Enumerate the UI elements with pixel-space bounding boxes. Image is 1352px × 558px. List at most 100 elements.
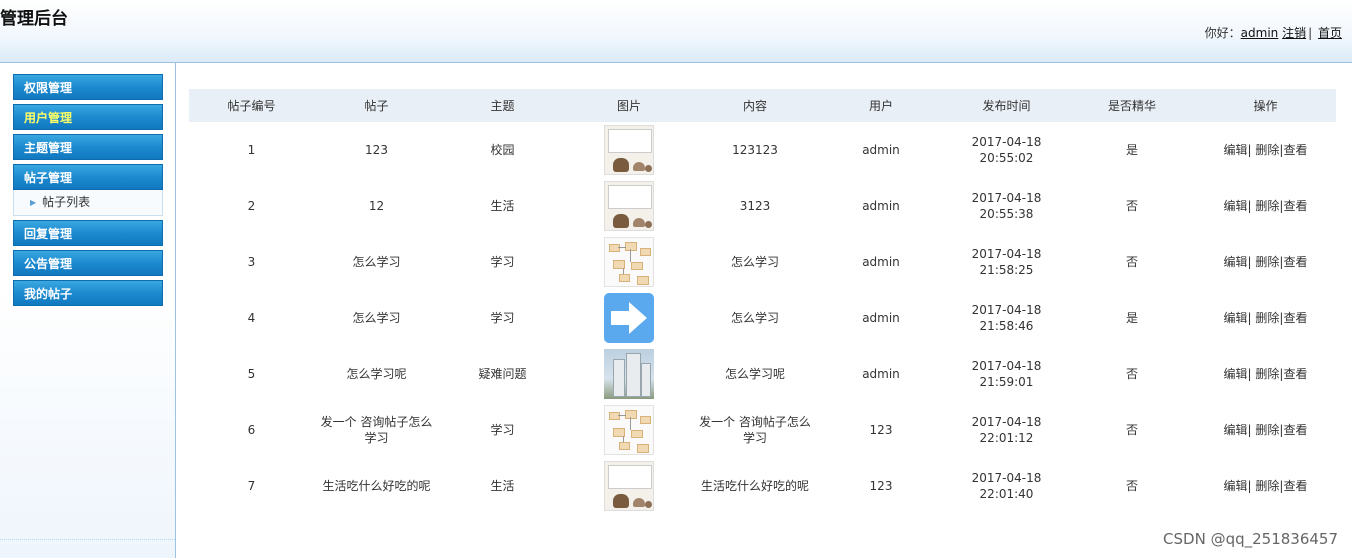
col-header-featured: 是否精华 <box>1069 89 1195 122</box>
cell-content: 怎么学习 <box>730 255 779 269</box>
cell-user: 123 <box>869 423 893 437</box>
view-link[interactable]: 查看 <box>1283 311 1307 325</box>
ops-separator: | <box>1247 423 1252 437</box>
posts-table: 帖子编号 帖子 主题 图片 内容 用户 发布时间 是否精华 操作 1 123 校园 1… <box>189 89 1336 514</box>
delete-link[interactable]: 删除 <box>1255 199 1279 213</box>
cell-topic: 学习 <box>490 311 515 325</box>
cell-actions: 编辑| 删除|查看 <box>1195 234 1336 290</box>
cell-user: admin <box>862 199 900 213</box>
cell-image <box>566 402 692 458</box>
cell-featured: 否 <box>1125 199 1138 213</box>
cell-post: 怎么学习 <box>352 311 401 325</box>
view-link[interactable]: 查看 <box>1283 199 1307 213</box>
cell-time: 2017-04-18 22:01:40 <box>944 458 1069 514</box>
date-text: 2017-04-18 <box>971 359 1042 373</box>
cell-post: 12 <box>368 199 385 213</box>
date-text: 2017-04-18 <box>971 247 1042 261</box>
cell-actions: 编辑| 删除|查看 <box>1195 402 1336 458</box>
submenu-post-list[interactable]: ▶ 帖子列表 <box>13 190 163 216</box>
cell-actions: 编辑| 删除|查看 <box>1195 122 1336 178</box>
view-link[interactable]: 查看 <box>1283 479 1307 493</box>
cell-topic: 生活 <box>490 479 515 493</box>
edit-link[interactable]: 编辑 <box>1224 255 1248 269</box>
col-header-user: 用户 <box>818 89 944 122</box>
triangle-right-icon: ▶ <box>30 198 37 207</box>
date-text: 2017-04-18 <box>971 471 1042 485</box>
sidebar-divider <box>0 539 175 540</box>
cell-actions: 编辑| 删除|查看 <box>1195 290 1336 346</box>
main-content: 帖子编号 帖子 主题 图片 内容 用户 发布时间 是否精华 操作 1 123 校园 1… <box>189 89 1336 514</box>
menu-permission[interactable]: 权限管理 <box>13 74 163 100</box>
edit-link[interactable]: 编辑 <box>1224 367 1248 381</box>
cell-featured: 否 <box>1125 367 1138 381</box>
time-text: 21:58:25 <box>979 263 1034 277</box>
edit-link[interactable]: 编辑 <box>1224 423 1248 437</box>
col-header-image: 图片 <box>566 89 692 122</box>
logout-link[interactable]: 注销 <box>1282 26 1306 40</box>
cell-featured: 否 <box>1125 479 1138 493</box>
username-link[interactable]: admin <box>1241 26 1279 40</box>
arrow-icon <box>604 293 654 343</box>
ops-separator: | <box>1247 367 1252 381</box>
cell-content: 发一个 咨询帖子怎么学习 <box>699 415 811 445</box>
col-header-content: 内容 <box>692 89 818 122</box>
view-link[interactable]: 查看 <box>1283 367 1307 381</box>
cell-actions: 编辑| 删除|查看 <box>1195 346 1336 402</box>
submenu-label: 帖子列表 <box>42 195 91 209</box>
time-text: 22:01:12 <box>979 431 1034 445</box>
delete-link[interactable]: 删除 <box>1255 367 1279 381</box>
cell-featured: 是 <box>1125 143 1138 157</box>
view-link[interactable]: 查看 <box>1283 143 1307 157</box>
cell-id: 6 <box>247 423 256 437</box>
cell-image <box>566 346 692 402</box>
cell-topic: 校园 <box>490 143 515 157</box>
view-link[interactable]: 查看 <box>1283 255 1307 269</box>
edit-link[interactable]: 编辑 <box>1224 143 1248 157</box>
menu-posts[interactable]: 帖子管理 <box>13 164 163 190</box>
menu-topics[interactable]: 主题管理 <box>13 134 163 160</box>
col-header-id: 帖子编号 <box>189 89 314 122</box>
cell-content: 123123 <box>732 143 778 157</box>
cell-content: 怎么学习 <box>730 311 779 325</box>
menu-replies[interactable]: 回复管理 <box>13 220 163 246</box>
table-row: 4 怎么学习 学习 怎么学习 admin 2017-04-18 21:58:46 是 编辑| 删… <box>189 290 1336 346</box>
cell-user: admin <box>862 367 900 381</box>
header: 管理后台 你好：admin 注销 | 首页 <box>0 0 1352 63</box>
cell-image <box>566 234 692 290</box>
cell-content: 怎么学习呢 <box>724 367 785 381</box>
delete-link[interactable]: 删除 <box>1255 311 1279 325</box>
time-text: 21:59:01 <box>979 375 1034 389</box>
table-row: 7 生活吃什么好吃的呢 生活 生活吃什么好吃的呢 123 2017-04-18 22:01:… <box>189 458 1336 514</box>
ops-separator: | <box>1247 479 1252 493</box>
table-row: 5 怎么学习呢 疑难问题 怎么学习呢 admin 2017-04-18 21:59:01 否 编… <box>189 346 1336 402</box>
date-text: 2017-04-18 <box>971 415 1042 429</box>
cell-post: 123 <box>365 143 388 157</box>
home-link[interactable]: 首页 <box>1318 26 1342 40</box>
delete-link[interactable]: 删除 <box>1255 423 1279 437</box>
view-link[interactable]: 查看 <box>1283 423 1307 437</box>
delete-link[interactable]: 删除 <box>1255 255 1279 269</box>
edit-link[interactable]: 编辑 <box>1224 479 1248 493</box>
edit-link[interactable]: 编辑 <box>1224 199 1248 213</box>
delete-link[interactable]: 删除 <box>1255 143 1279 157</box>
flowchart-icon <box>604 237 654 287</box>
cell-featured: 否 <box>1125 423 1138 437</box>
flowchart-icon <box>604 405 654 455</box>
time-text: 20:55:38 <box>979 207 1034 221</box>
cell-content: 3123 <box>739 199 771 213</box>
table-row: 2 12 生活 3123 admin 2017-04-18 20:55:38 否编辑| 删除|… <box>189 178 1336 234</box>
cell-id: 5 <box>247 367 256 381</box>
sidebar: 权限管理 用户管理 主题管理 帖子管理 ▶ 帖子列表 回复管理 公告管理 我的帖子 <box>0 63 176 558</box>
menu-my-posts[interactable]: 我的帖子 <box>13 280 163 306</box>
cell-post: 发一个 咨询帖子怎么学习 <box>320 415 433 445</box>
table-header-row: 帖子编号 帖子 主题 图片 内容 用户 发布时间 是否精华 操作 <box>189 89 1336 122</box>
menu-users[interactable]: 用户管理 <box>13 104 163 130</box>
edit-link[interactable]: 编辑 <box>1224 311 1248 325</box>
menu-notices[interactable]: 公告管理 <box>13 250 163 276</box>
cell-image <box>566 122 692 178</box>
delete-link[interactable]: 删除 <box>1255 479 1279 493</box>
ops-separator: | <box>1247 199 1252 213</box>
app-title: 管理后台 <box>0 9 68 29</box>
cell-time: 2017-04-18 20:55:38 <box>944 178 1069 234</box>
cell-time: 2017-04-18 21:58:46 <box>944 290 1069 346</box>
